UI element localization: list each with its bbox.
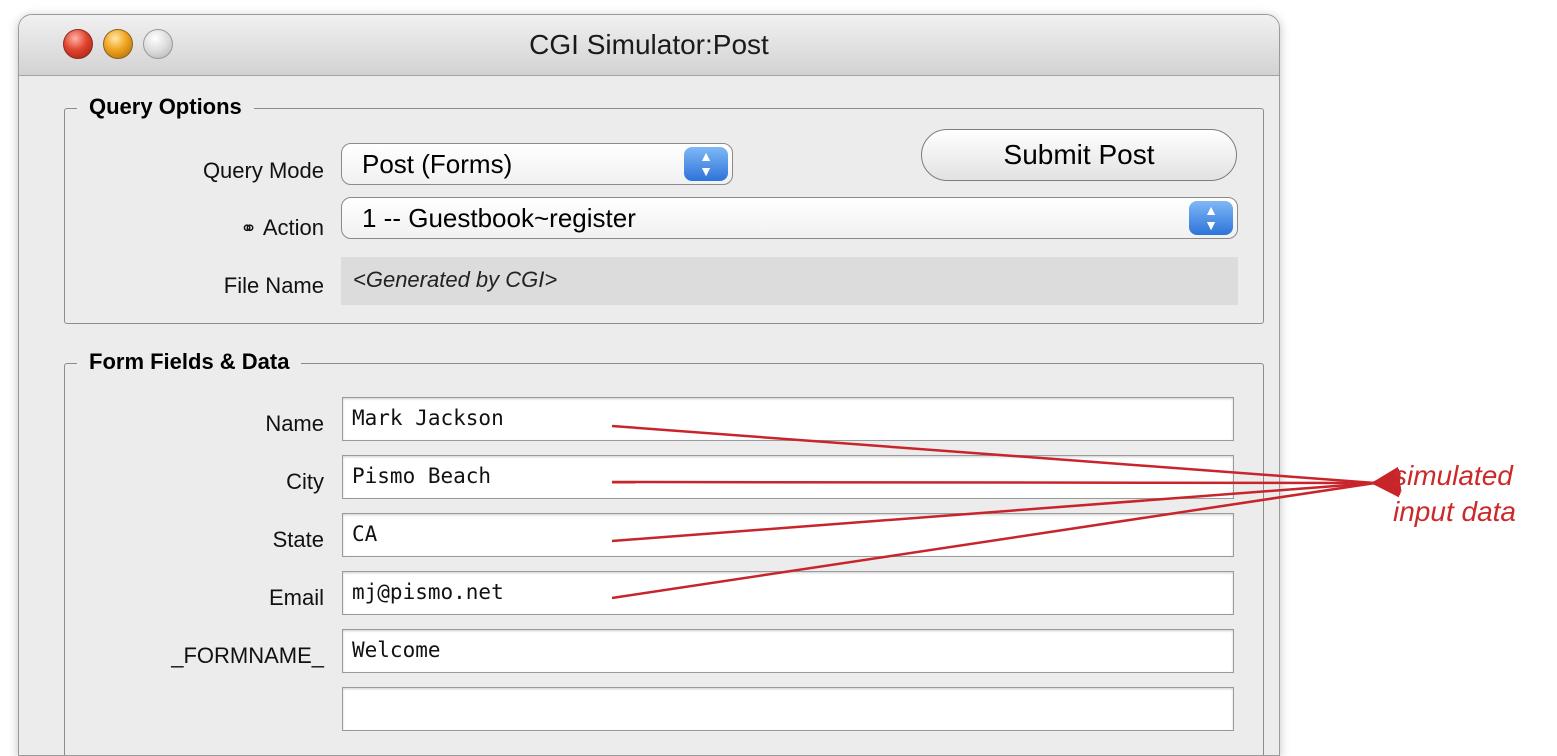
field-label-email: Email bbox=[268, 585, 324, 610]
query-mode-label: Query Mode bbox=[202, 158, 324, 183]
field-label-name: Name bbox=[265, 411, 324, 436]
window-title: CGI Simulator:Post bbox=[529, 29, 769, 60]
action-label-text: Action bbox=[262, 215, 324, 240]
email-field[interactable]: mj@pismo.net bbox=[342, 571, 1234, 615]
submit-post-button[interactable]: Submit Post bbox=[921, 129, 1237, 181]
annotation-text: simulated input data bbox=[1393, 458, 1516, 530]
formname-field[interactable]: Welcome bbox=[342, 629, 1234, 673]
annotation-line-1: simulated bbox=[1393, 460, 1513, 491]
field-label-state: State bbox=[272, 527, 324, 552]
query-options-title: Query Options bbox=[77, 94, 254, 120]
annotation-line-2: input data bbox=[1393, 496, 1516, 527]
query-mode-value: Post (Forms) bbox=[362, 149, 513, 179]
city-field[interactable]: Pismo Beach bbox=[342, 455, 1234, 499]
cgi-simulator-window: CGI Simulator:Post Query Options Query M… bbox=[18, 14, 1280, 756]
field-label-formname: _FORMNAME_ bbox=[171, 643, 324, 668]
up-down-arrows-icon: ▲ ▼ bbox=[684, 147, 728, 181]
field-label-city: City bbox=[286, 469, 324, 494]
chain-link-icon: ⚭ bbox=[240, 218, 257, 240]
up-down-arrows-icon: ▲ ▼ bbox=[1189, 201, 1233, 235]
action-popup[interactable]: 1 -- Guestbook~register ▲ ▼ bbox=[341, 197, 1238, 239]
file-name-value: <Generated by CGI> bbox=[341, 257, 1238, 305]
action-label: ⚭ Action bbox=[119, 215, 324, 241]
state-field[interactable]: CA bbox=[342, 513, 1234, 557]
file-name-label: File Name bbox=[223, 273, 324, 298]
form-fields-title: Form Fields & Data bbox=[77, 349, 302, 375]
title-bar[interactable]: CGI Simulator:Post bbox=[19, 15, 1279, 76]
action-value: 1 -- Guestbook~register bbox=[362, 203, 636, 233]
name-field[interactable]: Mark Jackson bbox=[342, 397, 1234, 441]
query-mode-popup[interactable]: Post (Forms) ▲ ▼ bbox=[341, 143, 733, 185]
extra-field[interactable] bbox=[342, 687, 1234, 731]
